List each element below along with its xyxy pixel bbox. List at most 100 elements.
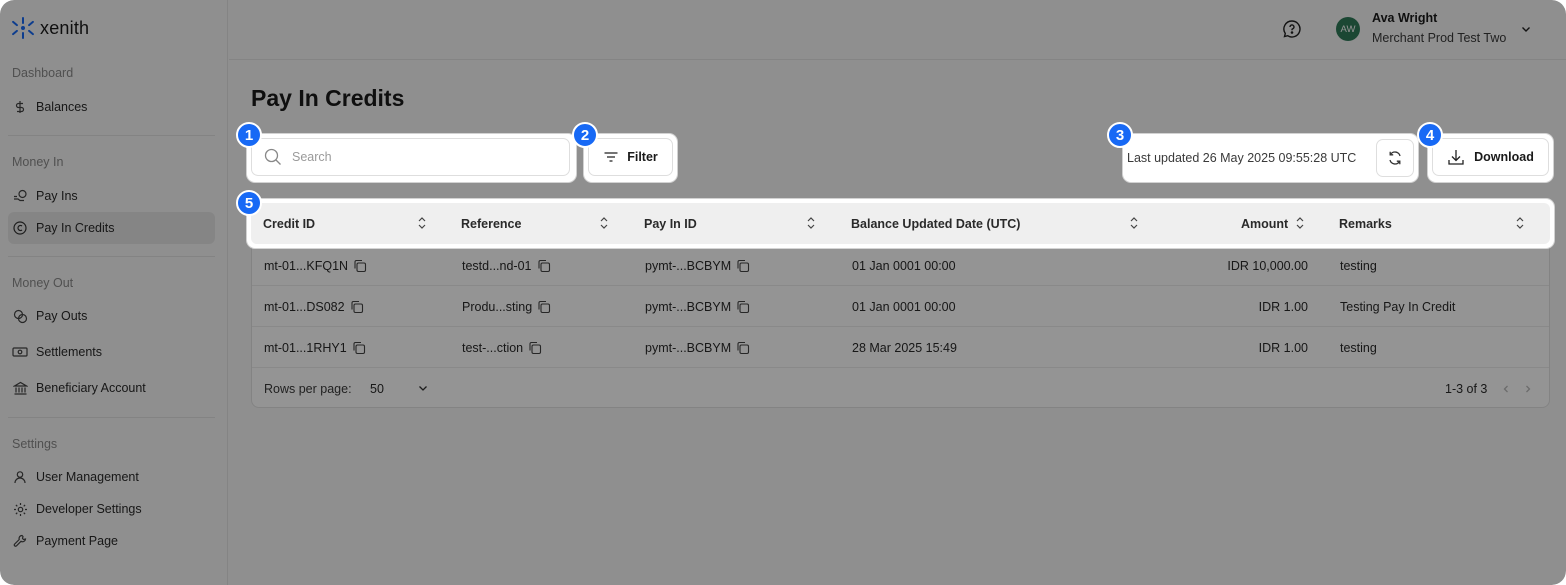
column-header-credit-id[interactable]: Credit ID <box>263 203 315 244</box>
highlight-filter: Filter <box>584 134 677 182</box>
cell-date: 01 Jan 0001 00:00 <box>852 258 956 273</box>
cell-amount: IDR 1.00 <box>1258 340 1308 355</box>
copy-icon[interactable] <box>528 341 542 355</box>
sort-icon[interactable] <box>804 216 818 230</box>
coins-icon <box>12 308 28 324</box>
avatar[interactable]: AW <box>1336 17 1360 41</box>
brand-name: xenith <box>40 17 90 38</box>
cell-remarks: testing <box>1340 258 1377 273</box>
sort-icon[interactable] <box>1293 216 1307 230</box>
nav-divider <box>8 417 215 418</box>
pay-in-id-text: pymt-...BCBYM <box>645 340 732 355</box>
sidebar-item-balances[interactable]: Balances <box>8 91 215 123</box>
credit-id-text: mt-01...KFQ1N <box>264 258 349 273</box>
banknote-icon <box>12 344 28 360</box>
cell-date: 01 Jan 0001 00:00 <box>852 299 956 314</box>
sidebar-item-label: Pay Outs <box>36 309 88 323</box>
table-row[interactable]: mt-01...DS082 Produ...sting pymt-...BCBY… <box>252 286 1549 327</box>
sidebar-item-beneficiary-account[interactable]: Beneficiary Account <box>8 372 215 404</box>
column-header-remarks[interactable]: Remarks <box>1339 203 1392 244</box>
highlight-download: Download <box>1428 134 1553 182</box>
pay-in-icon <box>12 188 28 204</box>
rows-per-page-label: Rows per page: <box>264 381 352 396</box>
user-icon <box>12 469 28 485</box>
sidebar-item-label: Payment Page <box>36 534 118 548</box>
copy-icon[interactable] <box>736 341 750 355</box>
highlight-table-header: Credit ID Reference Pay In ID Balance Up… <box>247 199 1554 248</box>
sidebar-item-developer-settings[interactable]: Developer Settings <box>8 493 215 525</box>
credit-id-text: mt-01...DS082 <box>264 299 345 314</box>
sidebar-item-label: Pay In Credits <box>36 221 115 235</box>
next-page-icon[interactable] <box>1520 381 1536 397</box>
gear-icon <box>12 501 28 517</box>
pay-in-id-text: pymt-...BCBYM <box>645 299 732 314</box>
copy-icon[interactable] <box>736 300 750 314</box>
nav-section-settings: Settings <box>12 437 58 451</box>
reference-text: Produ...sting <box>462 299 533 314</box>
refresh-button[interactable] <box>1376 139 1414 177</box>
sort-icon[interactable] <box>1127 216 1141 230</box>
nav-divider <box>8 256 215 257</box>
sidebar-item-pay-ins[interactable]: Pay Ins <box>8 180 215 212</box>
chevron-down-icon <box>416 381 430 395</box>
download-button[interactable]: Download <box>1432 138 1549 176</box>
copy-icon[interactable] <box>350 300 364 314</box>
cell-reference: testd...nd-01 <box>462 245 551 286</box>
last-updated-text: Last updated 26 May 2025 09:55:28 UTC <box>1127 151 1357 165</box>
column-header-balance-updated-date[interactable]: Balance Updated Date (UTC) <box>851 203 1020 244</box>
chevron-down-icon[interactable] <box>1519 22 1533 36</box>
table-footer: Rows per page: 50 1-3 of 3 <box>252 368 1549 407</box>
tour-step-badge: 1 <box>236 122 262 148</box>
help-chat-icon[interactable] <box>1282 19 1304 41</box>
search-input[interactable] <box>292 150 552 164</box>
rows-per-page-select[interactable]: 50 <box>370 376 434 401</box>
wrench-icon <box>12 533 28 549</box>
cell-date: 28 Mar 2025 15:49 <box>852 340 957 355</box>
cell-pay-in-id: pymt-...BCBYM <box>645 245 750 286</box>
cell-remarks: testing <box>1340 340 1377 355</box>
download-label: Download <box>1474 150 1534 164</box>
column-header-pay-in-id[interactable]: Pay In ID <box>644 203 697 244</box>
filter-label: Filter <box>627 150 658 164</box>
table-row[interactable]: mt-01...1RHY1 test-...ction pymt-...BCBY… <box>252 327 1549 368</box>
column-header-amount[interactable]: Amount <box>1241 203 1288 244</box>
cell-remarks: Testing Pay In Credit <box>1340 299 1456 314</box>
sidebar-item-pay-outs[interactable]: Pay Outs <box>8 300 215 332</box>
tour-step-badge: 5 <box>236 190 262 216</box>
highlight-last-updated: Last updated 26 May 2025 09:55:28 UTC <box>1123 134 1418 182</box>
dollar-icon <box>12 99 28 115</box>
search-input-box[interactable] <box>251 138 570 176</box>
cell-credit-id: mt-01...DS082 <box>264 286 364 327</box>
download-icon <box>1448 150 1464 165</box>
search-icon <box>264 148 281 165</box>
sidebar-item-label: Beneficiary Account <box>36 381 146 395</box>
copy-icon[interactable] <box>353 259 367 273</box>
copy-icon[interactable] <box>537 259 551 273</box>
prev-page-icon[interactable] <box>1498 381 1514 397</box>
sort-icon[interactable] <box>597 216 611 230</box>
sort-icon[interactable] <box>1513 216 1527 230</box>
table-row[interactable]: mt-01...KFQ1N testd...nd-01 pymt-...BCBY… <box>252 245 1549 286</box>
user-organization: Merchant Prod Test Two <box>1372 31 1507 45</box>
refresh-icon <box>1389 151 1401 165</box>
sort-icon[interactable] <box>415 216 429 230</box>
copy-icon[interactable] <box>537 300 551 314</box>
app-window: xenith Dashboard Balances Money In Pay I… <box>0 0 1566 585</box>
column-header-reference[interactable]: Reference <box>461 203 521 244</box>
tour-step-badge: 4 <box>1417 122 1443 148</box>
sidebar-item-label: Pay Ins <box>36 189 78 203</box>
sidebar-item-user-management[interactable]: User Management <box>8 461 215 493</box>
pay-in-id-text: pymt-...BCBYM <box>645 258 732 273</box>
copy-icon[interactable] <box>352 341 366 355</box>
cell-credit-id: mt-01...KFQ1N <box>264 245 367 286</box>
credit-id-text: mt-01...1RHY1 <box>264 340 347 355</box>
sidebar-item-payment-page[interactable]: Payment Page <box>8 525 215 557</box>
copy-icon[interactable] <box>736 259 750 273</box>
user-name: Ava Wright <box>1372 11 1438 25</box>
filter-button[interactable]: Filter <box>588 138 673 176</box>
cell-amount: IDR 1.00 <box>1258 299 1308 314</box>
brand-logo[interactable]: xenith <box>12 16 89 40</box>
sidebar-item-settlements[interactable]: Settlements <box>8 336 215 368</box>
sidebar-item-pay-in-credits[interactable]: Pay In Credits <box>8 212 215 244</box>
reference-text: testd...nd-01 <box>462 258 532 273</box>
